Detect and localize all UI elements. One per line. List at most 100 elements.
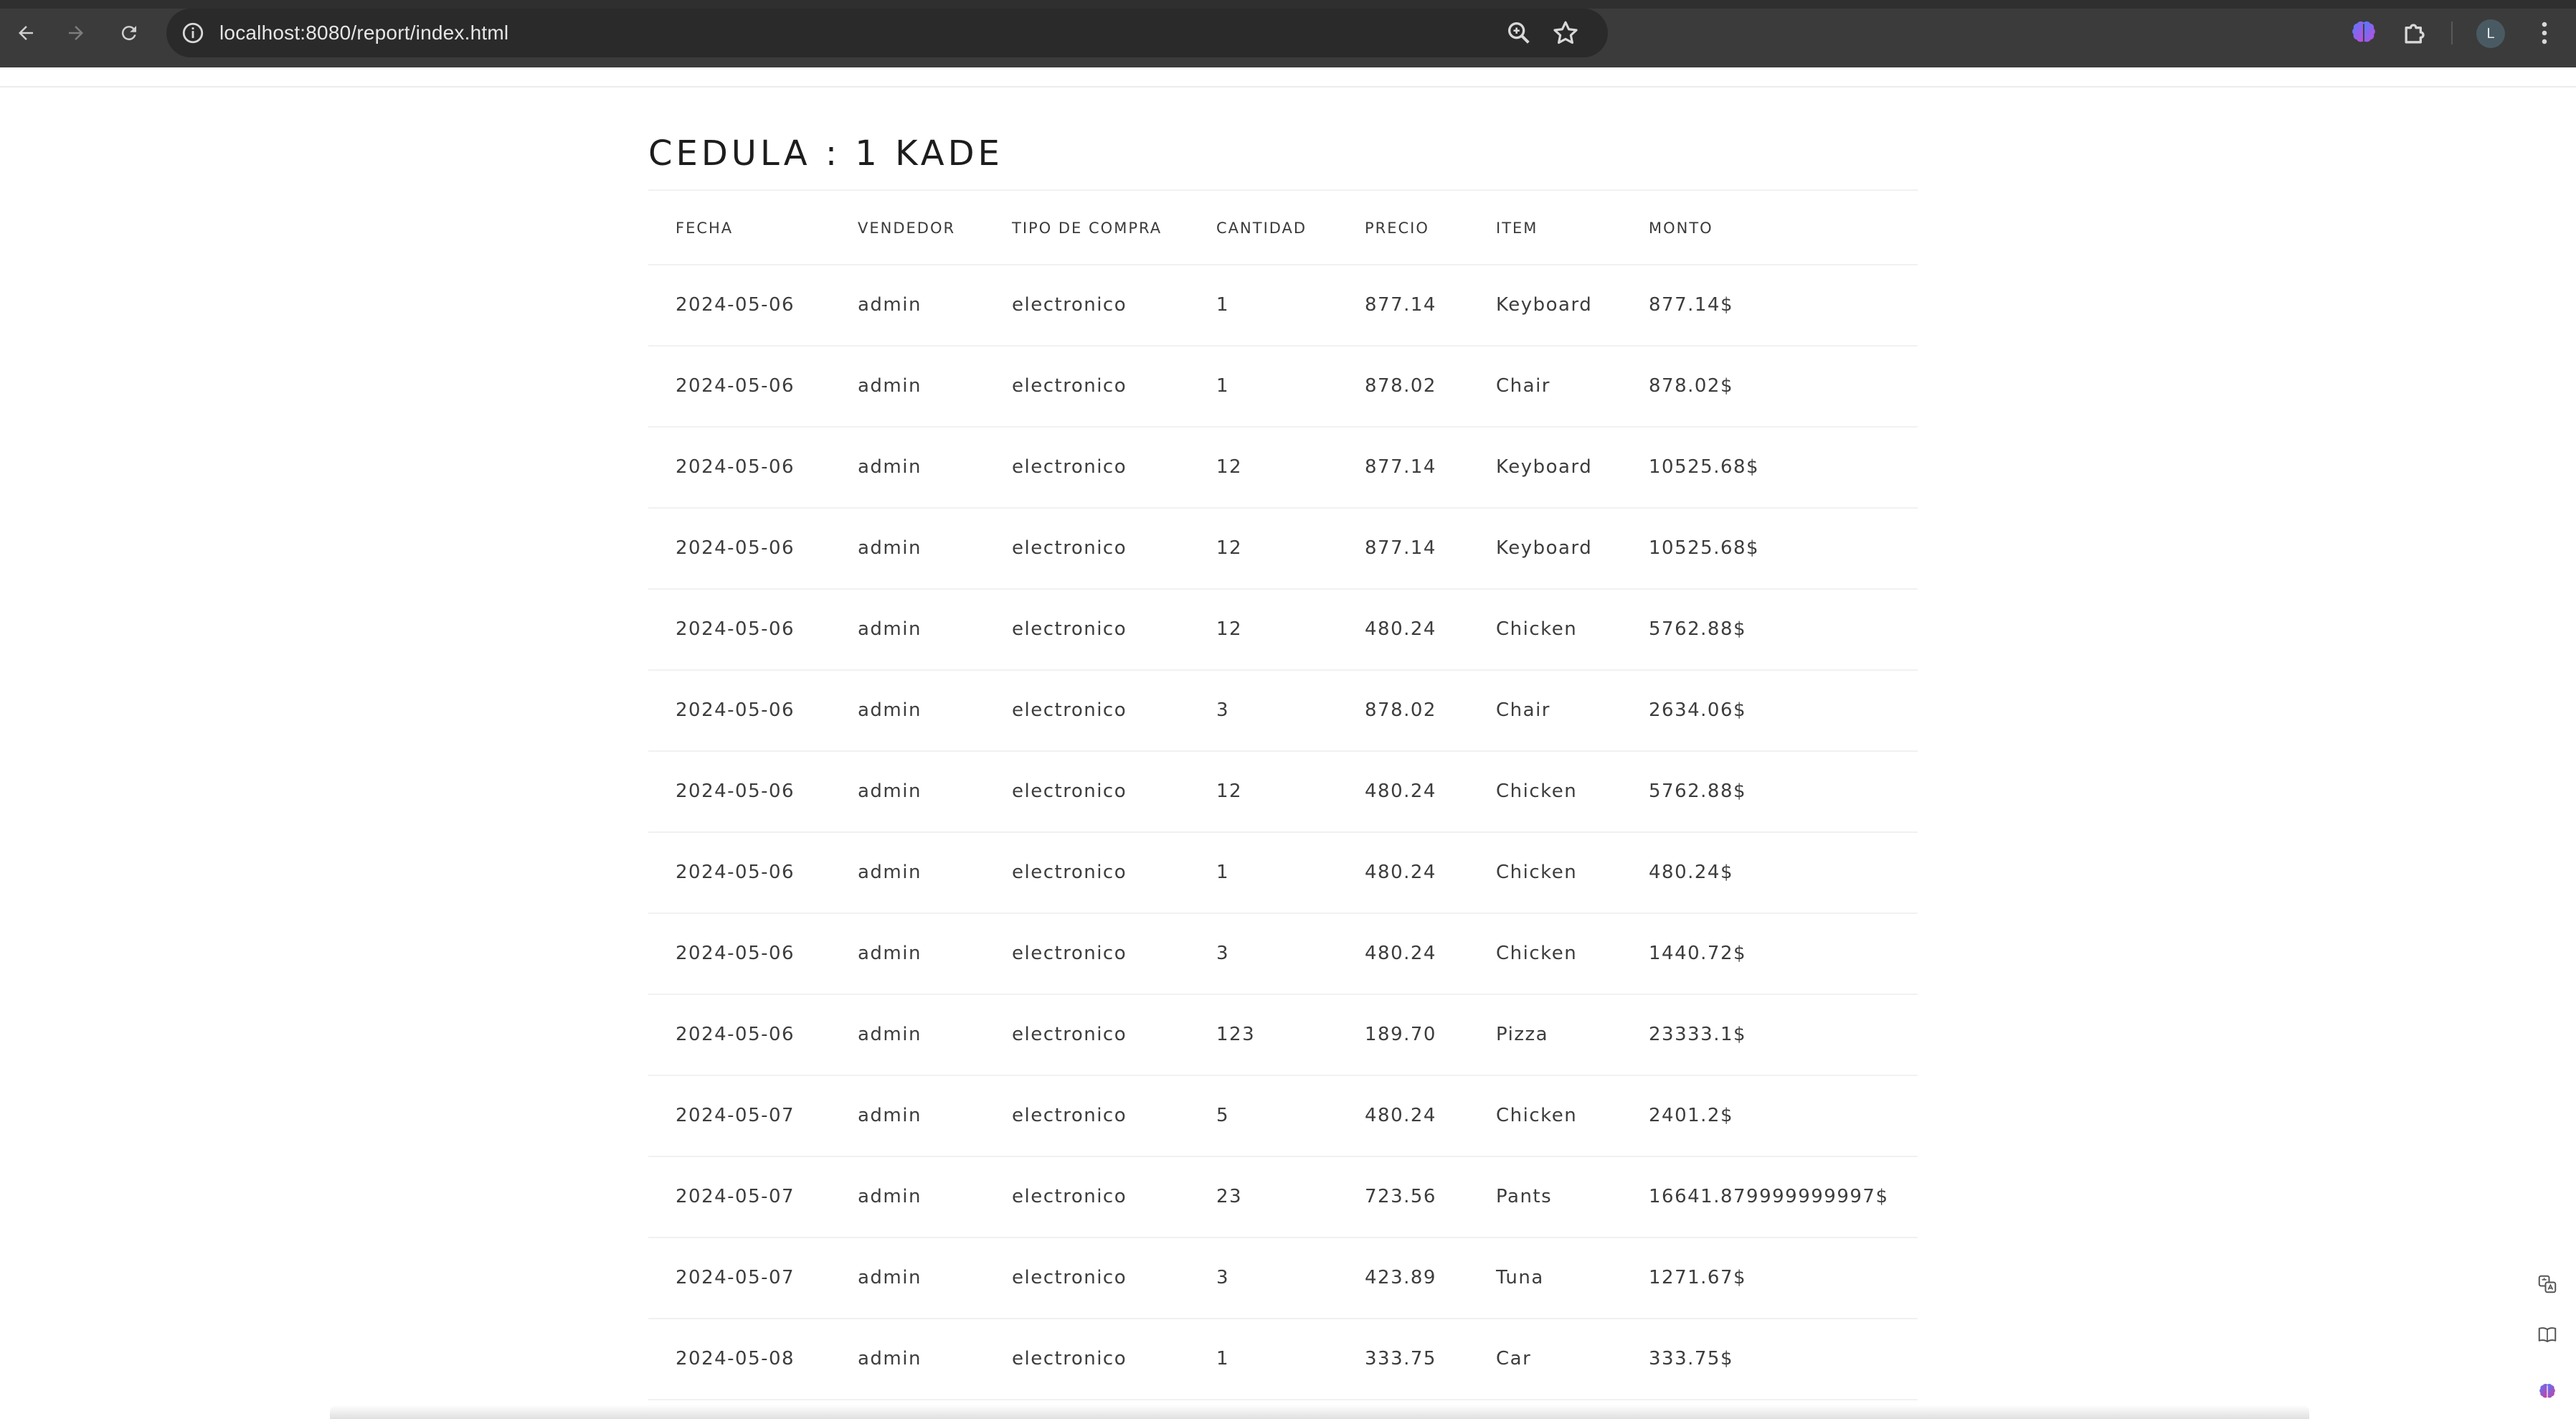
reload-icon [121, 26, 136, 41]
cell-precio: 480.24 [1365, 943, 1436, 964]
brain-icon[interactable] [2348, 17, 2380, 49]
table-row: 2024-05-06 admin electronico 12 480.24 Chicke… [648, 752, 1918, 833]
cell-fecha: 2024-05-06 [676, 943, 795, 964]
table-row: 2024-05-06 admin electronico 3 480.24 Chicken… [648, 914, 1918, 995]
cell-tipo-de-compra: electronico [1012, 1267, 1127, 1288]
star-icon[interactable] [1550, 18, 1581, 48]
column-header-monto: MONTO [1649, 220, 1713, 237]
cell-precio: 480.24 [1365, 781, 1436, 802]
cell-vendedor: admin [858, 618, 922, 640]
cell-cantidad: 123 [1216, 1024, 1256, 1045]
cell-fecha: 2024-05-07 [676, 1267, 795, 1288]
cell-precio: 480.24 [1365, 862, 1436, 883]
cell-fecha: 2024-05-08 [676, 1348, 795, 1370]
cell-cantidad: 3 [1216, 943, 1230, 964]
cell-cantidad: 12 [1216, 618, 1243, 640]
cell-precio: 333.75 [1365, 1348, 1436, 1370]
cell-monto: 2401.2$ [1649, 1105, 1734, 1126]
cell-precio: 878.02 [1365, 375, 1436, 397]
cell-fecha: 2024-05-06 [676, 862, 795, 883]
cell-tipo-de-compra: electronico [1012, 456, 1127, 478]
profile-avatar[interactable]: L [2476, 19, 2505, 48]
table-row: 2024-05-08 admin electronico 1 333.75 Car 333.… [648, 1319, 1918, 1400]
cell-tipo-de-compra: electronico [1012, 294, 1127, 316]
forward-button[interactable] [60, 17, 92, 49]
cell-cantidad: 3 [1216, 699, 1230, 721]
cell-monto: 333.75$ [1649, 1348, 1734, 1370]
cell-item: Chair [1496, 699, 1550, 721]
zoom-icon[interactable] [1505, 19, 1533, 47]
url-text[interactable]: localhost:8080/report/index.html [219, 9, 508, 57]
reader-icon [2538, 1327, 2557, 1342]
cell-cantidad: 5 [1216, 1105, 1230, 1126]
cell-precio: 877.14 [1365, 456, 1436, 478]
cell-vendedor: admin [858, 699, 922, 721]
cell-item: Pants [1496, 1186, 1553, 1207]
cell-monto: 10525.68$ [1649, 537, 1760, 559]
translate-tool-button[interactable] [2530, 1267, 2565, 1301]
puzzle-icon[interactable] [2400, 17, 2431, 49]
table-body: 2024-05-06 admin electronico 1 877.14 Keyboar… [648, 265, 1918, 1400]
cell-precio: 480.24 [1365, 618, 1436, 640]
cell-vendedor: admin [858, 456, 922, 478]
cell-fecha: 2024-05-06 [676, 618, 795, 640]
cell-item: Keyboard [1496, 537, 1593, 559]
column-header-cantidad: CANTIDAD [1216, 220, 1307, 237]
table-row: 2024-05-06 admin electronico 12 480.24 Chicke… [648, 590, 1918, 671]
cell-cantidad: 23 [1216, 1186, 1243, 1207]
table-row: 2024-05-06 admin electronico 123 189.70 Pizza… [648, 995, 1918, 1076]
cell-cantidad: 1 [1216, 375, 1230, 397]
cell-vendedor: admin [858, 537, 922, 559]
cell-tipo-de-compra: electronico [1012, 537, 1127, 559]
cell-item: Chair [1496, 375, 1550, 397]
cell-monto: 5762.88$ [1649, 781, 1747, 802]
cell-cantidad: 12 [1216, 781, 1243, 802]
cell-precio: 878.02 [1365, 699, 1436, 721]
column-header-vendedor: VENDEDOR [858, 220, 956, 237]
cell-tipo-de-compra: electronico [1012, 1348, 1127, 1370]
cell-item: Chicken [1496, 1105, 1578, 1126]
column-header-fecha: FECHA [676, 220, 734, 237]
toolbar-separator [2451, 22, 2453, 44]
cell-fecha: 2024-05-06 [676, 1024, 795, 1045]
cell-vendedor: admin [858, 1267, 922, 1288]
cell-tipo-de-compra: electronico [1012, 375, 1127, 397]
back-button[interactable] [10, 17, 42, 49]
cell-cantidad: 1 [1216, 862, 1230, 883]
cell-vendedor: admin [858, 1348, 922, 1370]
cell-tipo-de-compra: electronico [1012, 618, 1127, 640]
translate-icon [2538, 1275, 2557, 1293]
cell-fecha: 2024-05-06 [676, 781, 795, 802]
cell-vendedor: admin [858, 862, 922, 883]
cell-vendedor: admin [858, 943, 922, 964]
table-row: 2024-05-06 admin electronico 1 480.24 Chicken… [648, 833, 1918, 914]
cell-monto: 16641.879999999997$ [1649, 1186, 1889, 1207]
reader-tool-button[interactable] [2530, 1317, 2565, 1352]
cell-monto: 480.24$ [1649, 862, 1734, 883]
cell-tipo-de-compra: electronico [1012, 699, 1127, 721]
cell-tipo-de-compra: electronico [1012, 781, 1127, 802]
address-bar[interactable]: localhost:8080/report/index.html [166, 9, 1608, 57]
cell-item: Chicken [1496, 862, 1578, 883]
cell-vendedor: admin [858, 1186, 922, 1207]
cell-item: Chicken [1496, 781, 1578, 802]
cell-cantidad: 1 [1216, 1348, 1230, 1370]
cell-precio: 877.14 [1365, 294, 1436, 316]
cell-cantidad: 1 [1216, 294, 1230, 316]
info-icon[interactable] [181, 21, 205, 45]
cell-monto: 10525.68$ [1649, 456, 1760, 478]
kebab-menu-icon[interactable] [2529, 17, 2560, 49]
table-row: 2024-05-07 admin electronico 23 723.56 Pants 1… [648, 1157, 1918, 1238]
cell-cantidad: 12 [1216, 456, 1243, 478]
table-row: 2024-05-06 admin electronico 1 878.02 Chair 87… [648, 346, 1918, 428]
cell-fecha: 2024-05-06 [676, 537, 795, 559]
ai-assistant-tool-button[interactable] [2530, 1375, 2565, 1409]
cell-precio: 480.24 [1365, 1105, 1436, 1126]
cell-cantidad: 3 [1216, 1267, 1230, 1288]
table-row: 2024-05-06 admin electronico 12 877.14 Keyboa… [648, 509, 1918, 590]
table-header: FECHA VENDEDOR TIPO DE COMPRA CANTIDAD P… [648, 189, 1918, 265]
arrow-left-icon [19, 26, 33, 40]
cell-vendedor: admin [858, 1024, 922, 1045]
cell-monto: 2634.06$ [1649, 699, 1747, 721]
reload-button[interactable] [113, 17, 145, 49]
